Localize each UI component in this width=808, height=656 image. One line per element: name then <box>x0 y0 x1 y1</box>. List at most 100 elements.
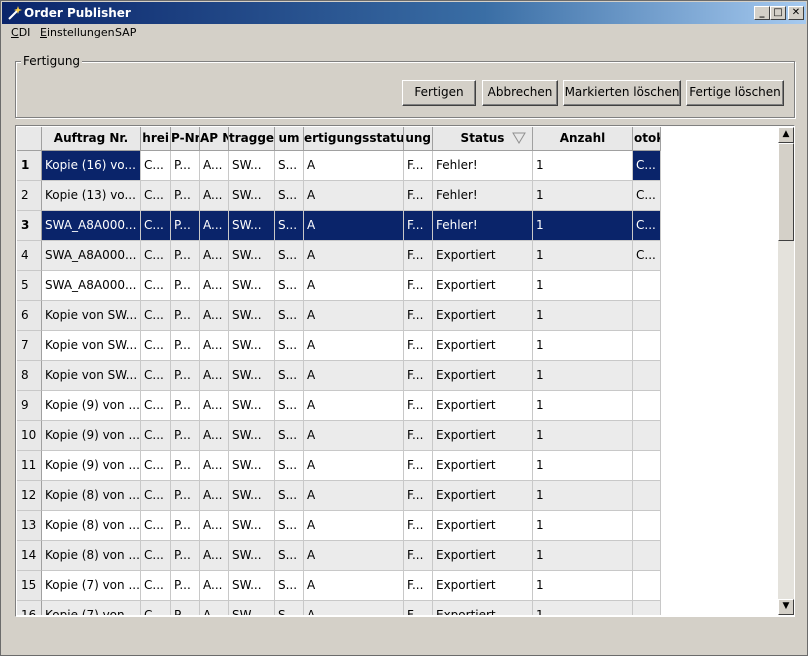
anzahl-cell[interactable]: 1 <box>533 391 633 421</box>
arrow-down-icon[interactable]: ▼ <box>778 599 794 615</box>
row-number[interactable]: 3 <box>17 211 42 241</box>
abbrechen-button[interactable]: Abbrechen <box>482 80 558 106</box>
table-row[interactable]: 7 Kopie von SW... C... P... A... SW... S... A F.… <box>17 331 661 361</box>
cell[interactable]: A... <box>200 271 229 301</box>
scrollbar-thumb[interactable] <box>778 143 794 241</box>
anzahl-cell[interactable]: 1 <box>533 301 633 331</box>
protokoll-cell[interactable] <box>633 361 661 391</box>
auftrag-nr-cell[interactable]: Kopie (8) von ... <box>42 511 141 541</box>
markierten-loeschen-button[interactable]: Markierten löschen <box>563 80 681 106</box>
cell[interactable]: C... <box>141 571 171 601</box>
protokoll-cell[interactable] <box>633 421 661 451</box>
cell[interactable]: C... <box>141 391 171 421</box>
cell[interactable]: F... <box>404 241 433 271</box>
fertigungsstatus-cell[interactable]: A <box>304 241 404 271</box>
cell[interactable]: SW... <box>229 211 275 241</box>
cell[interactable]: C... <box>141 481 171 511</box>
table-row[interactable]: 10 Kopie (9) von ... C... P... A... SW... S...… <box>17 421 661 451</box>
protokoll-cell[interactable] <box>633 451 661 481</box>
auftrag-nr-cell[interactable]: Kopie (9) von ... <box>42 451 141 481</box>
fertigungsstatus-cell[interactable]: A <box>304 181 404 211</box>
vertical-scrollbar[interactable]: ▲ ▼ <box>778 127 794 615</box>
cell[interactable]: SW... <box>229 421 275 451</box>
anzahl-cell[interactable]: 1 <box>533 331 633 361</box>
cell[interactable]: A... <box>200 181 229 211</box>
protokoll-cell[interactable]: C... <box>633 181 661 211</box>
cell[interactable]: SW... <box>229 511 275 541</box>
auftrag-nr-cell[interactable]: Kopie (16) vo... <box>42 151 141 181</box>
cell[interactable]: P... <box>171 361 200 391</box>
col-um-header[interactable]: um <box>275 127 304 151</box>
cell[interactable]: S... <box>275 481 304 511</box>
cell[interactable]: S... <box>275 241 304 271</box>
cell[interactable]: SW... <box>229 181 275 211</box>
protokoll-cell[interactable] <box>633 391 661 421</box>
minimize-button[interactable]: _ <box>754 6 770 20</box>
cell[interactable]: S... <box>275 271 304 301</box>
table-row[interactable]: 4 SWA_A8A000... C... P... A... SW... S... A F...… <box>17 241 661 271</box>
cell[interactable]: P... <box>171 331 200 361</box>
status-cell[interactable]: Exportiert <box>433 571 533 601</box>
fertigungsstatus-cell[interactable]: A <box>304 271 404 301</box>
cell[interactable]: P... <box>171 211 200 241</box>
cell[interactable]: A... <box>200 241 229 271</box>
protokoll-cell[interactable] <box>633 481 661 511</box>
cell[interactable]: P... <box>171 571 200 601</box>
status-cell[interactable]: Fehler! <box>433 181 533 211</box>
protokoll-cell[interactable] <box>633 541 661 571</box>
cell[interactable]: F... <box>404 211 433 241</box>
col-hrei-header[interactable]: hrei <box>141 127 171 151</box>
cell[interactable]: P... <box>171 391 200 421</box>
cell[interactable]: SW... <box>229 451 275 481</box>
row-number[interactable]: 1 <box>17 151 42 181</box>
table-row[interactable]: 1 Kopie (16) vo... C... P... A... SW... S... A F… <box>17 151 661 181</box>
anzahl-cell[interactable]: 1 <box>533 451 633 481</box>
auftrag-nr-cell[interactable]: Kopie (7) von ... <box>42 571 141 601</box>
anzahl-cell[interactable]: 1 <box>533 211 633 241</box>
cell[interactable]: C... <box>141 301 171 331</box>
anzahl-cell[interactable]: 1 <box>533 511 633 541</box>
cell[interactable]: F... <box>404 421 433 451</box>
cell[interactable]: A... <box>200 391 229 421</box>
cell[interactable]: A... <box>200 541 229 571</box>
cell[interactable]: S... <box>275 361 304 391</box>
cell[interactable]: S... <box>275 391 304 421</box>
cell[interactable]: S... <box>275 331 304 361</box>
arrow-up-icon[interactable]: ▲ <box>778 127 794 143</box>
cell[interactable]: P... <box>171 271 200 301</box>
protokoll-cell[interactable] <box>633 301 661 331</box>
cell[interactable]: C... <box>141 421 171 451</box>
anzahl-cell[interactable]: 1 <box>533 541 633 571</box>
status-cell[interactable]: Exportiert <box>433 541 533 571</box>
status-cell[interactable]: Exportiert <box>433 241 533 271</box>
cell[interactable]: F... <box>404 601 433 615</box>
cell[interactable]: P... <box>171 541 200 571</box>
cell[interactable]: S... <box>275 181 304 211</box>
cell[interactable]: A... <box>200 361 229 391</box>
protokoll-cell[interactable] <box>633 511 661 541</box>
cell[interactable]: S... <box>275 211 304 241</box>
status-cell[interactable]: Exportiert <box>433 391 533 421</box>
cell[interactable]: C... <box>141 541 171 571</box>
auftrag-nr-cell[interactable]: SWA_A8A000... <box>42 271 141 301</box>
protokoll-header[interactable]: otok <box>633 127 661 151</box>
cell[interactable]: C... <box>141 211 171 241</box>
cell[interactable]: A... <box>200 601 229 615</box>
cell[interactable]: F... <box>404 571 433 601</box>
cell[interactable]: S... <box>275 151 304 181</box>
row-number[interactable]: 2 <box>17 181 42 211</box>
protokoll-cell[interactable] <box>633 601 661 615</box>
cell[interactable]: C... <box>141 181 171 211</box>
status-cell[interactable]: Exportiert <box>433 301 533 331</box>
fertigungsstatus-cell[interactable]: A <box>304 571 404 601</box>
row-number[interactable]: 7 <box>17 331 42 361</box>
fertigen-button[interactable]: Fertigen <box>402 80 476 106</box>
cell[interactable]: SW... <box>229 601 275 615</box>
fertigungsstatus-cell[interactable]: A <box>304 301 404 331</box>
auftrag-nr-cell[interactable]: Kopie von SW... <box>42 301 141 331</box>
table-row[interactable]: 8 Kopie von SW... C... P... A... SW... S... A F.… <box>17 361 661 391</box>
menu-sap[interactable]: SAP <box>115 26 136 39</box>
cell[interactable]: A... <box>200 451 229 481</box>
cell[interactable]: A... <box>200 481 229 511</box>
cell[interactable]: P... <box>171 511 200 541</box>
